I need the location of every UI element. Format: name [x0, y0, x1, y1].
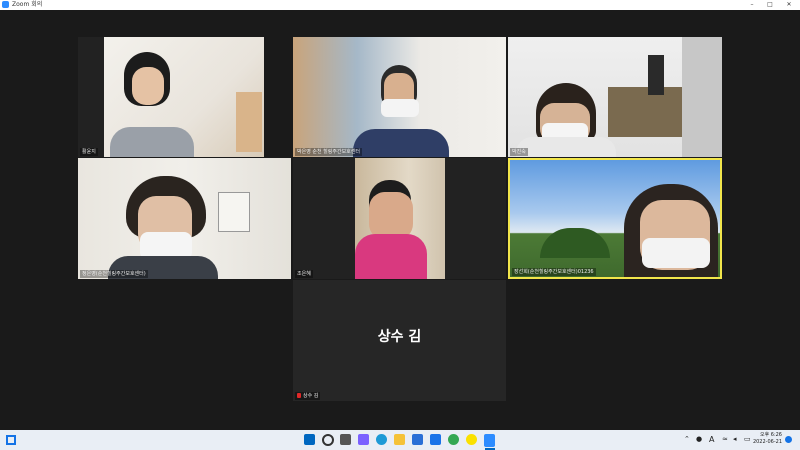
- video-gallery: 활윤지 박은영 순천 힐링주간보호센터 박진숙 정은영(순천힐링주간보호센터) …: [0, 10, 800, 430]
- notification-icon[interactable]: [785, 436, 792, 443]
- mail-icon[interactable]: [430, 434, 441, 445]
- clock-time: 오후 6:26: [759, 432, 782, 438]
- participant-video: [508, 37, 722, 157]
- minimize-button[interactable]: –: [744, 0, 760, 10]
- participant-tile[interactable]: 정은영(순천힐링주간보호센터): [78, 158, 291, 279]
- desktop-widget-icon[interactable]: [6, 435, 16, 445]
- file-explorer-icon[interactable]: [394, 434, 405, 445]
- participant-name: 박은영 순천 힐링주간보호센터: [295, 148, 362, 156]
- participant-tile[interactable]: 활윤지: [78, 37, 264, 157]
- close-button[interactable]: ✕: [781, 0, 797, 10]
- microphone-icon[interactable]: ●: [696, 435, 702, 443]
- task-view-icon[interactable]: [340, 434, 351, 445]
- title-bar: Zoom 회의 – □ ✕: [0, 0, 800, 10]
- participant-tile[interactable]: 박진숙: [508, 37, 722, 157]
- participant-video: [293, 37, 506, 157]
- participant-name: 상수 김: [303, 393, 319, 399]
- participant-name: 활윤지: [80, 148, 98, 156]
- zoom-icon[interactable]: [484, 434, 495, 447]
- battery-icon[interactable]: ▭: [744, 435, 751, 443]
- participant-tile[interactable]: 조은혜: [293, 158, 506, 279]
- participant-display-name: 상수 김: [377, 329, 422, 345]
- store-icon[interactable]: [412, 434, 423, 445]
- participant-video: [355, 158, 445, 279]
- participant-name: 조은혜: [295, 270, 313, 278]
- search-icon[interactable]: [322, 434, 334, 446]
- muted-mic-icon: [297, 393, 301, 398]
- ime-indicator[interactable]: A: [709, 435, 714, 444]
- chevron-up-icon[interactable]: ⌃: [684, 435, 690, 443]
- volume-icon[interactable]: ◂: [733, 435, 737, 443]
- participant-name-with-mute: 상수 김: [295, 392, 321, 400]
- edge-icon[interactable]: [376, 434, 387, 445]
- chrome-icon[interactable]: [448, 434, 459, 445]
- participant-name: 정은영(순천힐링주간보호센터): [80, 270, 148, 278]
- window-title: Zoom 회의: [12, 1, 43, 8]
- participant-video: [78, 158, 291, 279]
- maximize-button[interactable]: □: [762, 0, 778, 10]
- kakaotalk-icon[interactable]: [466, 434, 477, 445]
- taskbar: ⌃ ● A ≈ ◂ ▭ 오후 6:26 2022-06-21: [0, 430, 800, 450]
- system-clock[interactable]: 오후 6:26 2022-06-21: [753, 432, 782, 446]
- participant-tile-video-off[interactable]: 상수 김 상수 김: [293, 280, 506, 401]
- participant-video: [104, 37, 264, 157]
- participant-tile[interactable]: 박은영 순천 힐링주간보호센터: [293, 37, 506, 157]
- zoom-app-icon: [2, 1, 9, 8]
- wifi-icon[interactable]: ≈: [722, 435, 728, 443]
- participant-video: [510, 160, 720, 277]
- start-icon[interactable]: [304, 434, 315, 445]
- chat-icon[interactable]: [358, 434, 369, 445]
- clock-date: 2022-06-21: [752, 439, 782, 445]
- participant-name: 박진숙: [510, 148, 528, 156]
- participant-tile-active-speaker[interactable]: 장선희(순천힐링주간보호센터)01236: [508, 158, 722, 279]
- participant-name: 장선희(순천힐링주간보호센터)01236: [512, 268, 596, 276]
